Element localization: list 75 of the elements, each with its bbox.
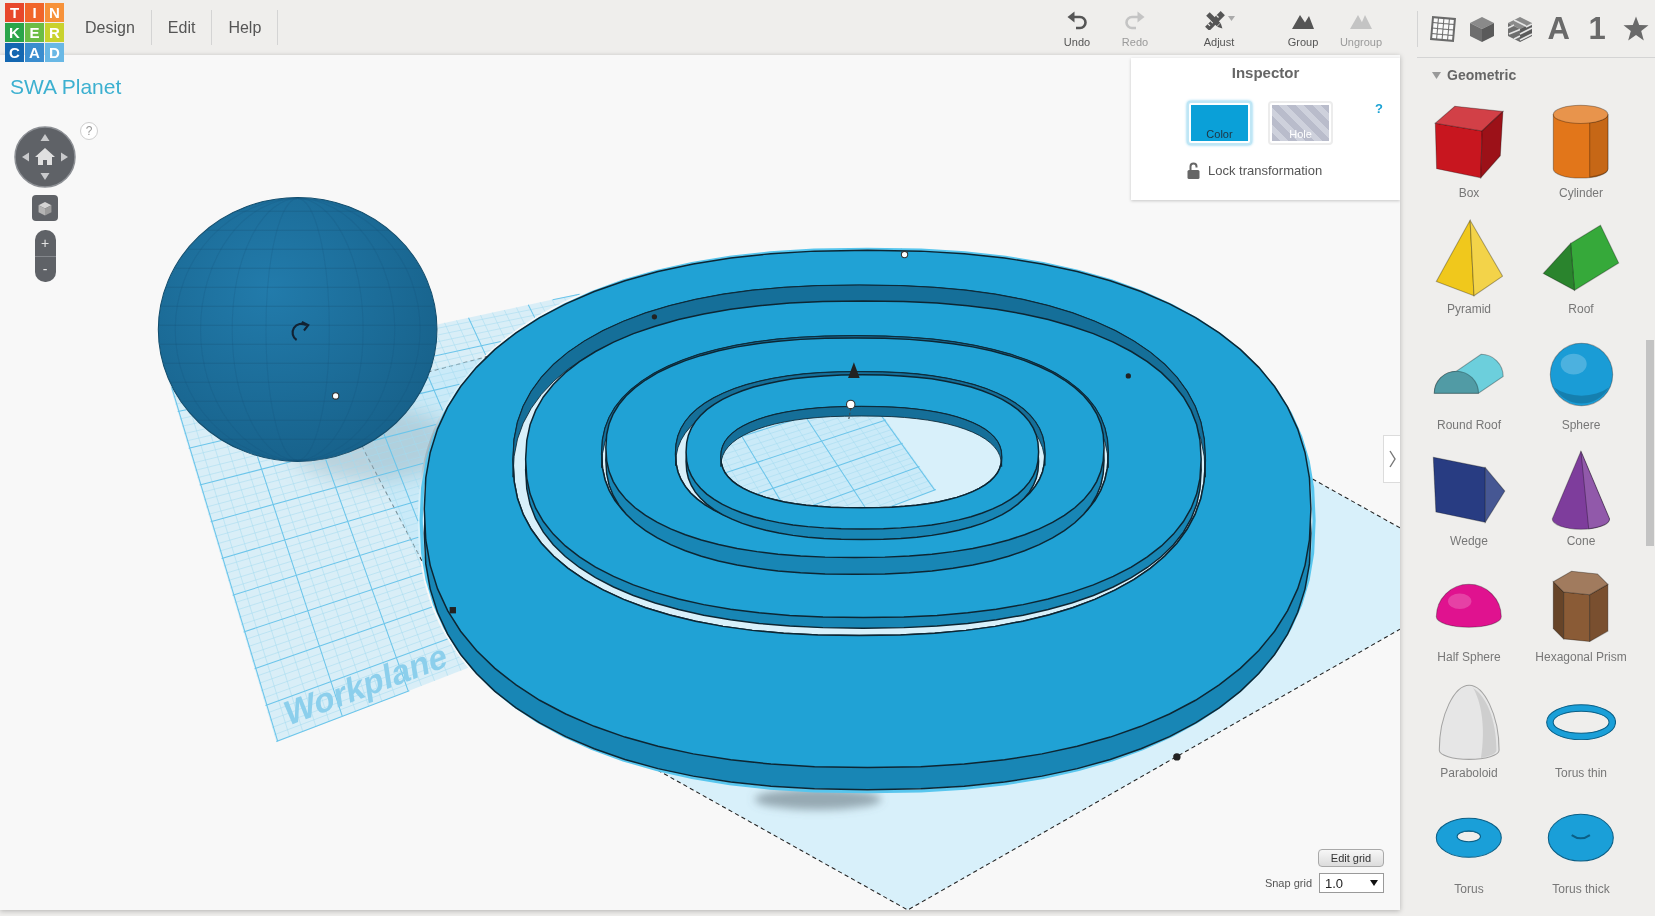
snap-grid-label: Snap grid [1264, 877, 1312, 889]
adjust-button[interactable]: Adjust [1190, 0, 1248, 55]
logo-tile: N [45, 3, 64, 22]
inspector-title: Inspector [1231, 64, 1300, 81]
edit-grid-button[interactable]: Edit grid [1318, 849, 1384, 867]
workplane-grid[interactable] [166, 293, 582, 743]
cube-icon [1468, 14, 1495, 43]
cube-icon [38, 200, 52, 216]
letter-button[interactable]: A [1539, 8, 1578, 49]
shape-item[interactable]: Wedge [1413, 448, 1525, 548]
menu-item[interactable]: Edit [151, 10, 213, 45]
menu-item[interactable]: Design [69, 10, 152, 45]
inspector-help-link[interactable]: ? [1375, 101, 1383, 116]
handle-dot[interactable] [1173, 753, 1181, 761]
design-title[interactable]: SWA Planet [10, 75, 122, 99]
sphere-shape[interactable] [157, 197, 438, 462]
shape-item[interactable]: Torus [1413, 796, 1525, 896]
undo-icon [1066, 10, 1088, 30]
workplane-grid[interactable] [722, 414, 937, 509]
number-button[interactable]: 1 [1578, 8, 1617, 49]
zoom-in-button[interactable]: + [34, 230, 56, 256]
rotate-icon[interactable] [291, 321, 310, 342]
shape-item[interactable]: Torus thin [1525, 680, 1637, 780]
shape-item[interactable]: Torus thick [1525, 796, 1637, 896]
color-option[interactable]: Color [1187, 101, 1252, 145]
striped-swatch [1272, 105, 1329, 141]
help-button[interactable]: ? [80, 122, 98, 140]
guide-line [848, 408, 852, 421]
arrow-left-icon[interactable] [22, 152, 29, 162]
shape-item[interactable]: Cylinder [1525, 100, 1637, 200]
star-icon [1622, 16, 1649, 41]
zoom-out-button[interactable]: - [34, 255, 56, 282]
caret-down-icon [1227, 16, 1235, 21]
logo-tile: I [25, 3, 44, 22]
view-cube-button[interactable] [32, 195, 58, 221]
striped-cube-icon [1507, 14, 1534, 43]
shape-item[interactable]: Cone [1525, 448, 1637, 548]
handle-dot[interactable] [331, 392, 340, 400]
handle-dot[interactable] [651, 314, 658, 320]
chevron-right-icon [1388, 450, 1396, 468]
handle-dot[interactable] [900, 250, 909, 259]
panel-collapse-button[interactable] [1383, 435, 1400, 483]
shape-item[interactable]: Roof [1525, 216, 1637, 316]
arrow-down-icon[interactable] [40, 173, 50, 180]
snap-grid-select[interactable]: 1.0 [1319, 873, 1384, 893]
logo-tile: E [25, 23, 44, 42]
home-icon[interactable] [35, 148, 55, 165]
shape-item[interactable]: Hexagonal Prism [1525, 564, 1637, 664]
logo-tile: A [25, 43, 44, 62]
logo-tile: K [5, 23, 24, 42]
handle-dot[interactable] [1125, 373, 1131, 379]
shape-item[interactable]: Box [1413, 100, 1525, 200]
arrow-up-icon[interactable] [40, 134, 50, 141]
logo-tile: T [5, 3, 24, 22]
redo-icon [1124, 10, 1146, 30]
handle-dot[interactable] [845, 399, 856, 410]
scrollbar-thumb[interactable] [1646, 340, 1654, 546]
menu-item[interactable]: Help [212, 10, 279, 45]
logo-tile: D [45, 43, 64, 62]
group-button[interactable]: Group [1274, 0, 1332, 55]
lock-toggle[interactable]: Lock transformation [1187, 162, 1323, 179]
logo-tile: R [45, 23, 64, 42]
undo-button[interactable]: Undo [1048, 0, 1106, 55]
height-handle-icon[interactable] [848, 362, 860, 378]
shape-item[interactable]: Paraboloid [1413, 680, 1525, 780]
logo-tile: C [5, 43, 24, 62]
shape-item[interactable]: Round Roof [1413, 332, 1525, 432]
arrow-right-icon[interactable] [61, 152, 68, 162]
shape-item[interactable]: Sphere [1525, 332, 1637, 432]
section-toggle[interactable]: Geometric [1412, 58, 1517, 83]
shape-item[interactable]: Pyramid [1413, 216, 1525, 316]
shape-item[interactable]: Half Sphere [1413, 564, 1525, 664]
grid-icon [1429, 14, 1458, 43]
orbit-control[interactable] [14, 126, 76, 188]
caret-down-icon [1370, 880, 1378, 886]
